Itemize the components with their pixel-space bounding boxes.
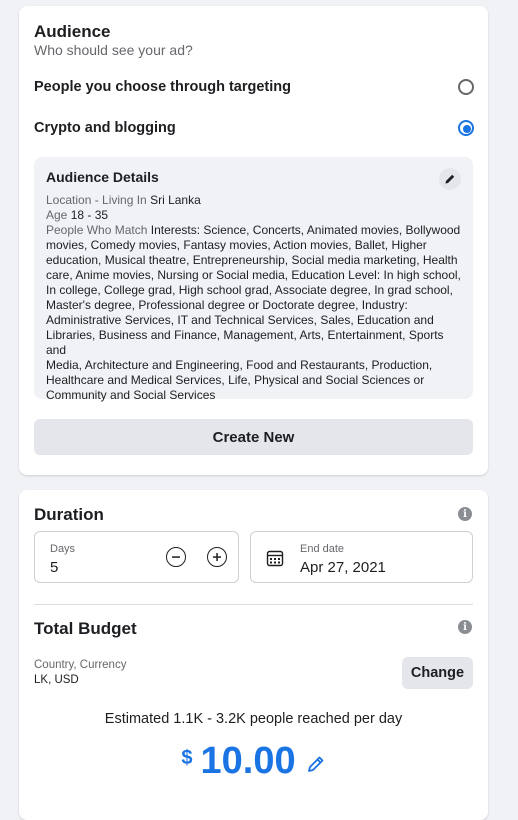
days-value[interactable]: 5 [50,559,58,576]
radio-button-targeting[interactable] [458,79,474,95]
increase-days-button[interactable] [207,547,227,567]
budget-amount[interactable]: 10.00 [201,740,296,783]
audience-details-box: Audience Details Location - Living In Sr… [34,157,473,402]
end-date-field[interactable]: End date Apr 27, 2021 [250,531,473,583]
location-line: Location - Living In Sri Lanka [46,193,461,208]
estimated-reach: Estimated 1.1K - 3.2K people reached per… [104,711,403,727]
days-label: Days [50,543,76,555]
change-currency-button[interactable]: Change [402,657,473,689]
age-line: Age 18 - 35 [46,208,461,223]
budget-amount-row: $ 10.00 [19,740,488,783]
match-text: Interests: Science, Concerts, Animated m… [150,223,461,237]
minus-circle-icon [172,556,180,558]
match-line: Libraries, Business and Finance, Managem… [46,328,444,357]
audience-subtitle: Who should see your ad? [34,42,193,58]
audience-option-targeting[interactable]: People you choose through targeting [34,75,474,99]
plus-circle-icon [213,553,221,561]
info-icon[interactable]: i [458,620,472,634]
duration-title: Duration [34,505,104,524]
end-date-value[interactable]: Apr 27, 2021 [300,559,386,576]
match-line: Community and Social Services [46,388,216,402]
end-date-label: End date [300,543,345,555]
total-budget-title: Total Budget [34,619,137,638]
create-new-button[interactable]: Create New [34,419,473,455]
audience-option-label: People you choose through targeting [34,79,291,95]
match-line-1: People Who Match Interests: Science, Con… [46,223,461,238]
pencil-icon [445,174,455,184]
match-key: People Who Match [46,223,148,237]
match-line: education, Musical theatre, Entrepreneur… [46,253,458,267]
days-field[interactable]: Days 5 [34,531,239,583]
pencil-icon[interactable] [306,754,326,774]
audience-details-title: Audience Details [46,169,159,185]
match-line: movies, Comedy movies, Fantasy movies, A… [46,238,427,252]
match-line: Master's degree, Professional degree or … [46,298,408,312]
match-line: Administrative Services, IT and Technica… [46,313,434,327]
edit-audience-button[interactable] [439,168,461,190]
radio-button-saved-selected[interactable] [458,120,474,136]
section-divider [34,604,473,605]
country-currency-value: LK, USD [34,674,79,686]
audience-title: Audience [34,22,111,41]
decrease-days-button[interactable] [166,547,186,567]
duration-budget-card: Duration i Days 5 End date Apr 27, 2021 … [19,490,488,820]
match-line: Healthcare and Medical Services, Life, P… [46,373,425,387]
audience-option-saved[interactable]: Crypto and blogging [34,116,474,140]
info-icon[interactable]: i [458,507,472,521]
country-currency-label: Country, Currency [34,659,127,671]
location-key: Location - Living In [46,193,147,207]
calendar-icon [266,550,284,567]
location-value: Sri Lanka [150,193,201,207]
audience-option-label: Crypto and blogging [34,120,176,136]
match-line: In college, College grad, High school gr… [46,283,453,297]
match-line: care, Anime movies, Nursing or Social me… [46,268,461,282]
age-value: 18 - 35 [70,208,109,222]
audience-card: Audience Who should see your ad? People … [19,6,488,475]
currency-symbol: $ [181,747,193,769]
match-line: Media, Architecture and Engineering, Foo… [46,358,433,372]
age-key: Age [46,208,68,222]
